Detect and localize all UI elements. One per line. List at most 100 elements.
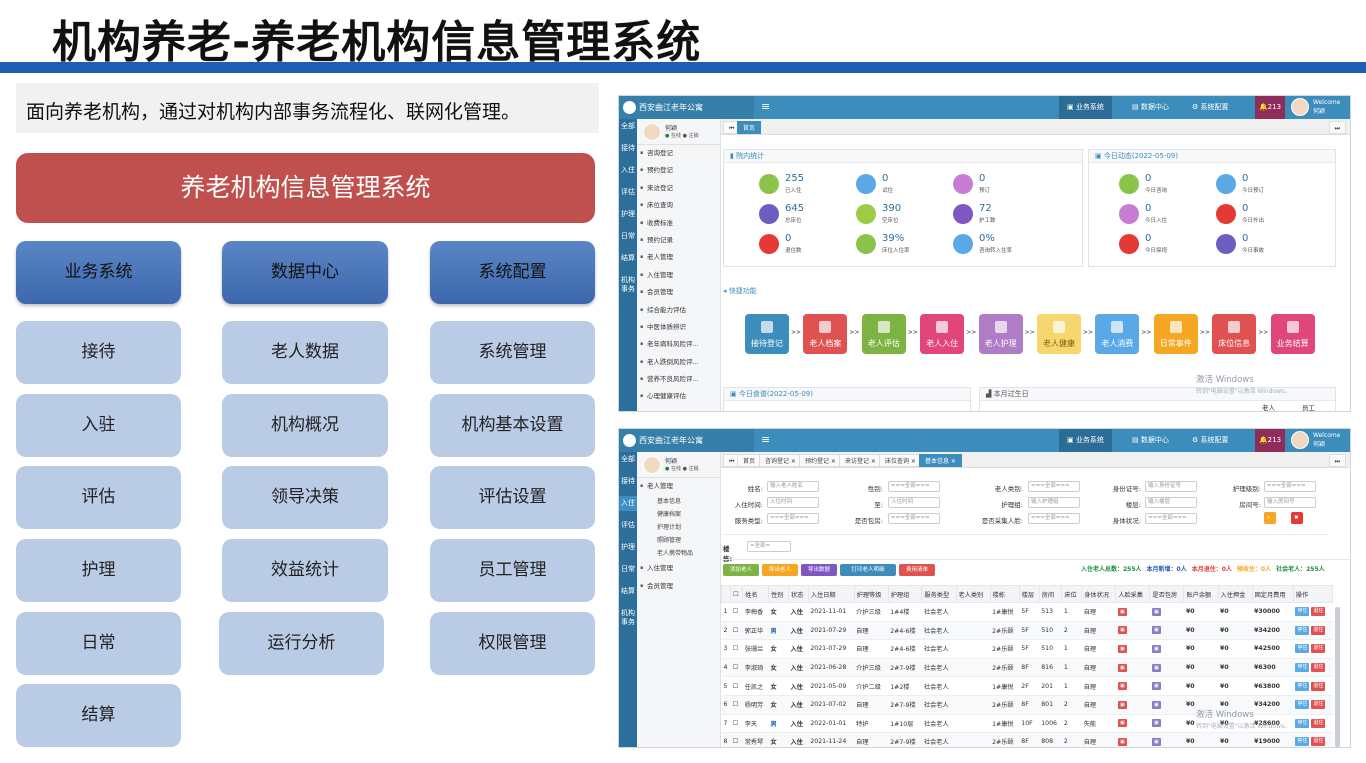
sidebar-item-member-manage[interactable]: 会员管理	[637, 578, 720, 595]
cell-name[interactable]: 常秀琴	[742, 732, 769, 747]
cell-chk[interactable]: ☐	[730, 676, 743, 696]
welcome-block[interactable]: Welcome 何颖	[1313, 98, 1340, 116]
cell-ops[interactable]: 停住 退住	[1293, 602, 1333, 622]
check-out-button[interactable]: 退住	[1311, 663, 1326, 673]
quick-button-7[interactable]: 老人消费	[1095, 314, 1140, 354]
cell-name[interactable]: 郭正华	[742, 621, 769, 641]
check-out-button[interactable]: 退住	[1311, 737, 1326, 747]
sidebar-subitem-1[interactable]: 基本信息	[637, 495, 720, 508]
stop-stay-button[interactable]: 停住	[1295, 663, 1310, 673]
action-button-5[interactable]: 费用清单	[899, 564, 935, 576]
package-icon[interactable]: ▣	[1151, 737, 1161, 746]
action-button-2[interactable]: 导出老人	[762, 564, 798, 576]
tab-close-icon-6[interactable]: ✕	[949, 458, 956, 465]
table-row[interactable]: 2 ☐ 郭正华男入住 2021-07-29 自理 2#4-6楼 社会老人 2#乐颐 5F 510 2…	[721, 621, 1333, 641]
check-out-button[interactable]: 退住	[1311, 700, 1326, 710]
notification-bell-icon-2[interactable]: 🔔213	[1255, 429, 1285, 452]
quick-button-3[interactable]: 老人评估	[861, 314, 906, 354]
category-8-2[interactable]: 机构事务	[619, 606, 637, 630]
category-4-2[interactable]: 评估	[619, 518, 637, 533]
cell-ops[interactable]: 停住 退住	[1293, 714, 1333, 734]
user-avatar[interactable]	[1291, 98, 1309, 116]
tab-close-icon-2[interactable]: ✕	[789, 458, 796, 465]
module-header-1[interactable]: 业务系统	[16, 241, 181, 304]
module-tile-col2-3[interactable]: 领导决策	[222, 466, 388, 529]
module-tile-col1-5[interactable]: 日常	[16, 612, 181, 675]
module-tile-col2-4[interactable]: 效益统计	[222, 539, 388, 602]
tab-close-icon-3[interactable]: ✕	[829, 458, 836, 465]
table-row[interactable]: 5 ☐ 任凯之女入住 2021-05-09 介护二级 1#2楼 社会老人 1#康悦 2F 201 1…	[721, 676, 1333, 696]
group-input[interactable]: 输入护理组	[1028, 497, 1080, 508]
check-out-button[interactable]: 退住	[1311, 607, 1326, 617]
category-6-2[interactable]: 日常	[619, 562, 637, 577]
module-tile-col2-2[interactable]: 机构概况	[222, 394, 388, 457]
nav-business[interactable]: ▣ 业务系统	[1059, 96, 1112, 119]
module-header-2[interactable]: 数据中心	[222, 241, 388, 304]
query-button[interactable]: ⌕查询	[1264, 512, 1276, 545]
package-icon[interactable]: ▣	[1151, 626, 1161, 635]
module-header-3[interactable]: 系统配置	[430, 241, 595, 304]
cell-name[interactable]: 任凯之	[742, 676, 769, 696]
quick-button-10[interactable]: 业务结算	[1270, 314, 1315, 354]
cell-chk[interactable]: ☐	[730, 695, 743, 715]
module-tile-col2-5[interactable]: 运行分析	[219, 612, 384, 675]
sidebar-item-6[interactable]: 预约记录	[637, 232, 720, 249]
tab-5[interactable]: 床位查询 ✕	[879, 454, 922, 467]
table-row[interactable]: 8 ☐ 常秀琴女入住 2021-11-24 自理 2#7-9楼 社会老人 2#乐颐 8F 808 2…	[721, 732, 1333, 747]
cell-ops[interactable]: 停住 退住	[1293, 732, 1333, 747]
nav-business-2[interactable]: ▣ 业务系统	[1059, 429, 1112, 452]
sidebar-item-5[interactable]: 收费标准	[637, 215, 720, 232]
category-1[interactable]: 全部	[619, 119, 637, 134]
cell-chk[interactable]: ☐	[730, 732, 743, 747]
stop-stay-button[interactable]: 停住	[1295, 700, 1310, 710]
floor-input[interactable]: 输入楼层	[1145, 497, 1197, 508]
sidebar-item-1[interactable]: 咨询登记	[637, 145, 720, 162]
body-select[interactable]: ===全部===	[1145, 513, 1197, 524]
cell-name[interactable]: 李天	[742, 714, 769, 734]
module-tile-col1-1[interactable]: 接待	[16, 321, 181, 384]
package-icon[interactable]: ▣	[1151, 682, 1161, 691]
time-end-input[interactable]: 入住时间	[888, 497, 940, 508]
module-tile-col3-1[interactable]: 系统管理	[430, 321, 595, 384]
face-photo-icon[interactable]: ▣	[1117, 719, 1127, 728]
category-2-2[interactable]: 接待	[619, 474, 637, 489]
package-icon[interactable]: ▣	[1151, 644, 1161, 653]
name-input[interactable]: 输入老人姓名	[767, 481, 819, 492]
category-5-2[interactable]: 护理	[619, 540, 637, 555]
cell-ops[interactable]: 停住 退住	[1293, 621, 1333, 641]
module-tile-col1-4[interactable]: 护理	[16, 539, 181, 602]
cell-chk[interactable]: ☐	[730, 658, 743, 678]
cell-chk[interactable]: ☐	[730, 639, 743, 659]
face-photo-icon[interactable]: ▣	[1117, 663, 1127, 672]
svc-select[interactable]: ===全部===	[767, 513, 819, 524]
sidebar-item-9[interactable]: 会员管理	[637, 284, 720, 301]
module-tile-col3-4[interactable]: 员工管理	[430, 539, 595, 602]
stop-stay-button[interactable]: 停住	[1295, 718, 1310, 728]
type-select[interactable]: ===全部===	[1028, 481, 1080, 492]
tab-nav-forward-icon-2[interactable]: ⏭	[1328, 454, 1346, 467]
sex-select[interactable]: ===全部===	[888, 481, 940, 492]
cell-name[interactable]: 李梅香	[742, 602, 769, 622]
sidebar-subitem-2[interactable]: 健康档案	[637, 508, 720, 521]
id-input[interactable]: 输入身份证号	[1145, 481, 1197, 492]
module-tile-col1-3[interactable]: 评估	[16, 466, 181, 529]
tab-6[interactable]: 基本信息 ✕	[919, 454, 962, 467]
package-icon[interactable]: ▣	[1151, 700, 1161, 709]
sidebar-item-13[interactable]: 老人跌倒风险评...	[637, 354, 720, 371]
tab-1[interactable]: 首页	[737, 454, 762, 467]
sidebar-item-11[interactable]: 中医体质辨识	[637, 319, 720, 336]
cell-chk[interactable]: ☐	[730, 621, 743, 641]
sidebar-subitem-3[interactable]: 护理计划	[637, 521, 720, 534]
module-tile-col3-2[interactable]: 机构基本设置	[430, 394, 595, 457]
category-4[interactable]: 评估	[619, 185, 637, 200]
user-avatar-2[interactable]	[1291, 431, 1309, 449]
tab-close-icon-4[interactable]: ✕	[869, 458, 876, 465]
sidebar-item-7[interactable]: 老人管理	[637, 249, 720, 266]
building-select[interactable]: =全部=	[747, 541, 791, 552]
cell-chk[interactable]: ☐	[730, 714, 743, 734]
cell-ops[interactable]: 停住 退住	[1293, 676, 1333, 696]
module-tile-col3-3[interactable]: 评估设置	[430, 466, 595, 529]
level-select[interactable]: ===全部===	[1264, 481, 1316, 492]
face-photo-icon[interactable]: ▣	[1117, 700, 1127, 709]
stop-stay-button[interactable]: 停住	[1295, 737, 1310, 747]
